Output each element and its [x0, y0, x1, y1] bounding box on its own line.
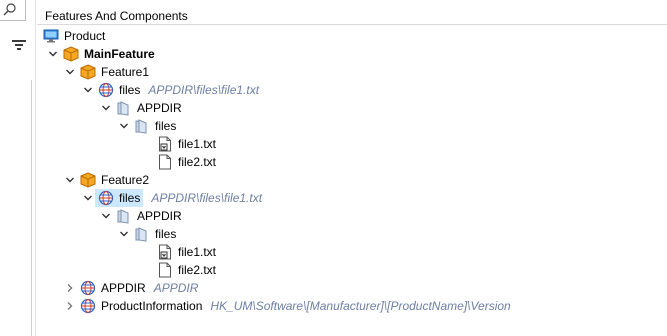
- box-icon: [80, 172, 96, 188]
- tree-item-label: file2.txt: [178, 155, 217, 169]
- tree-item-label: files: [155, 119, 177, 133]
- tree-item-label: ProductInformation: [101, 299, 203, 313]
- features-panel: Features And Components Product MainFeat…: [37, 0, 667, 336]
- key-file-icon: [159, 244, 171, 260]
- search-icon[interactable]: [3, 3, 17, 17]
- chevron-down-icon[interactable]: [100, 210, 112, 222]
- left-toolbar: [0, 0, 36, 336]
- tree-item-file1[interactable]: file1.txt: [157, 135, 216, 153]
- tree-item-label: Feature2: [101, 173, 150, 187]
- tree-item-file2[interactable]: file2.txt: [157, 153, 216, 171]
- folder-icon: [117, 209, 129, 224]
- file-icon: [159, 262, 171, 278]
- chevron-down-icon[interactable]: [82, 84, 94, 96]
- tree-item-product[interactable]: Product: [43, 27, 105, 45]
- chevron-down-icon[interactable]: [82, 192, 94, 204]
- tree-item-appdir-folder[interactable]: APPDIR: [100, 207, 182, 225]
- tree-item-label: APPDIR: [137, 209, 182, 223]
- tree-item-files-component-selected[interactable]: files APPDIR\files\file1.txt: [82, 189, 262, 207]
- filter-icon[interactable]: [12, 38, 26, 50]
- box-icon: [80, 64, 96, 80]
- chevron-down-icon[interactable]: [118, 120, 130, 132]
- globe-icon: [98, 190, 114, 206]
- tree-item-mainfeature[interactable]: MainFeature: [47, 45, 155, 63]
- tree-item-feature2[interactable]: Feature2: [64, 171, 149, 189]
- tree-item-file2[interactable]: file2.txt: [157, 261, 216, 279]
- component-path: HK_UM\Software\[Manufacturer]\[ProductNa…: [210, 299, 511, 313]
- tree-item-file1[interactable]: file1.txt: [157, 243, 216, 261]
- tree-item-label: file1.txt: [178, 245, 217, 259]
- chevron-down-icon[interactable]: [64, 66, 76, 78]
- globe-icon: [80, 280, 96, 296]
- chevron-down-icon[interactable]: [64, 174, 76, 186]
- tree-item-files-component[interactable]: files APPDIR\files\file1.txt: [82, 81, 259, 99]
- chevron-down-icon[interactable]: [47, 48, 59, 60]
- folder-icon: [135, 119, 147, 134]
- tree-item-label: files: [155, 227, 177, 241]
- tree-item-productinformation[interactable]: ProductInformation HK_UM\Software\[Manuf…: [64, 297, 511, 315]
- globe-icon: [80, 298, 96, 314]
- panel-title: Features And Components: [45, 9, 188, 23]
- component-path: APPDIR: [153, 281, 199, 295]
- tree-item-files-folder[interactable]: files: [118, 225, 176, 243]
- panel-header: Features And Components: [37, 0, 667, 25]
- tree-item-label: file2.txt: [178, 263, 217, 277]
- tree-item-label: APPDIR: [101, 281, 146, 295]
- globe-icon: [98, 82, 114, 98]
- tree-item-label: MainFeature: [84, 47, 155, 61]
- chevron-down-icon[interactable]: [118, 228, 130, 240]
- folder-icon: [135, 227, 147, 242]
- chevron-down-icon[interactable]: [100, 102, 112, 114]
- tree-item-label: APPDIR: [137, 101, 182, 115]
- component-path: APPDIR\files\file1.txt: [151, 191, 263, 205]
- tree-item-appdir-component[interactable]: APPDIR APPDIR: [64, 279, 198, 297]
- tree-item-appdir-folder[interactable]: APPDIR: [100, 99, 182, 117]
- box-icon: [63, 46, 79, 62]
- tree-item-files-folder[interactable]: files: [118, 117, 176, 135]
- splitter[interactable]: [31, 80, 32, 336]
- tree-item-label: files: [119, 83, 141, 97]
- selection-highlight[interactable]: files: [95, 189, 144, 207]
- component-path: APPDIR\files\file1.txt: [148, 83, 260, 97]
- chevron-right-icon[interactable]: [64, 300, 76, 312]
- chevron-right-icon[interactable]: [64, 282, 76, 294]
- file-icon: [159, 154, 171, 170]
- tree-item-feature1[interactable]: Feature1: [64, 63, 149, 81]
- tree-item-label: Feature1: [101, 65, 150, 79]
- computer-icon: [43, 29, 59, 43]
- key-file-icon: [159, 136, 171, 152]
- search-box[interactable]: [0, 0, 26, 21]
- tree-item-label: Product: [64, 29, 106, 43]
- tree-item-label: files: [119, 191, 141, 205]
- tree-item-label: file1.txt: [178, 137, 217, 151]
- folder-icon: [117, 101, 129, 116]
